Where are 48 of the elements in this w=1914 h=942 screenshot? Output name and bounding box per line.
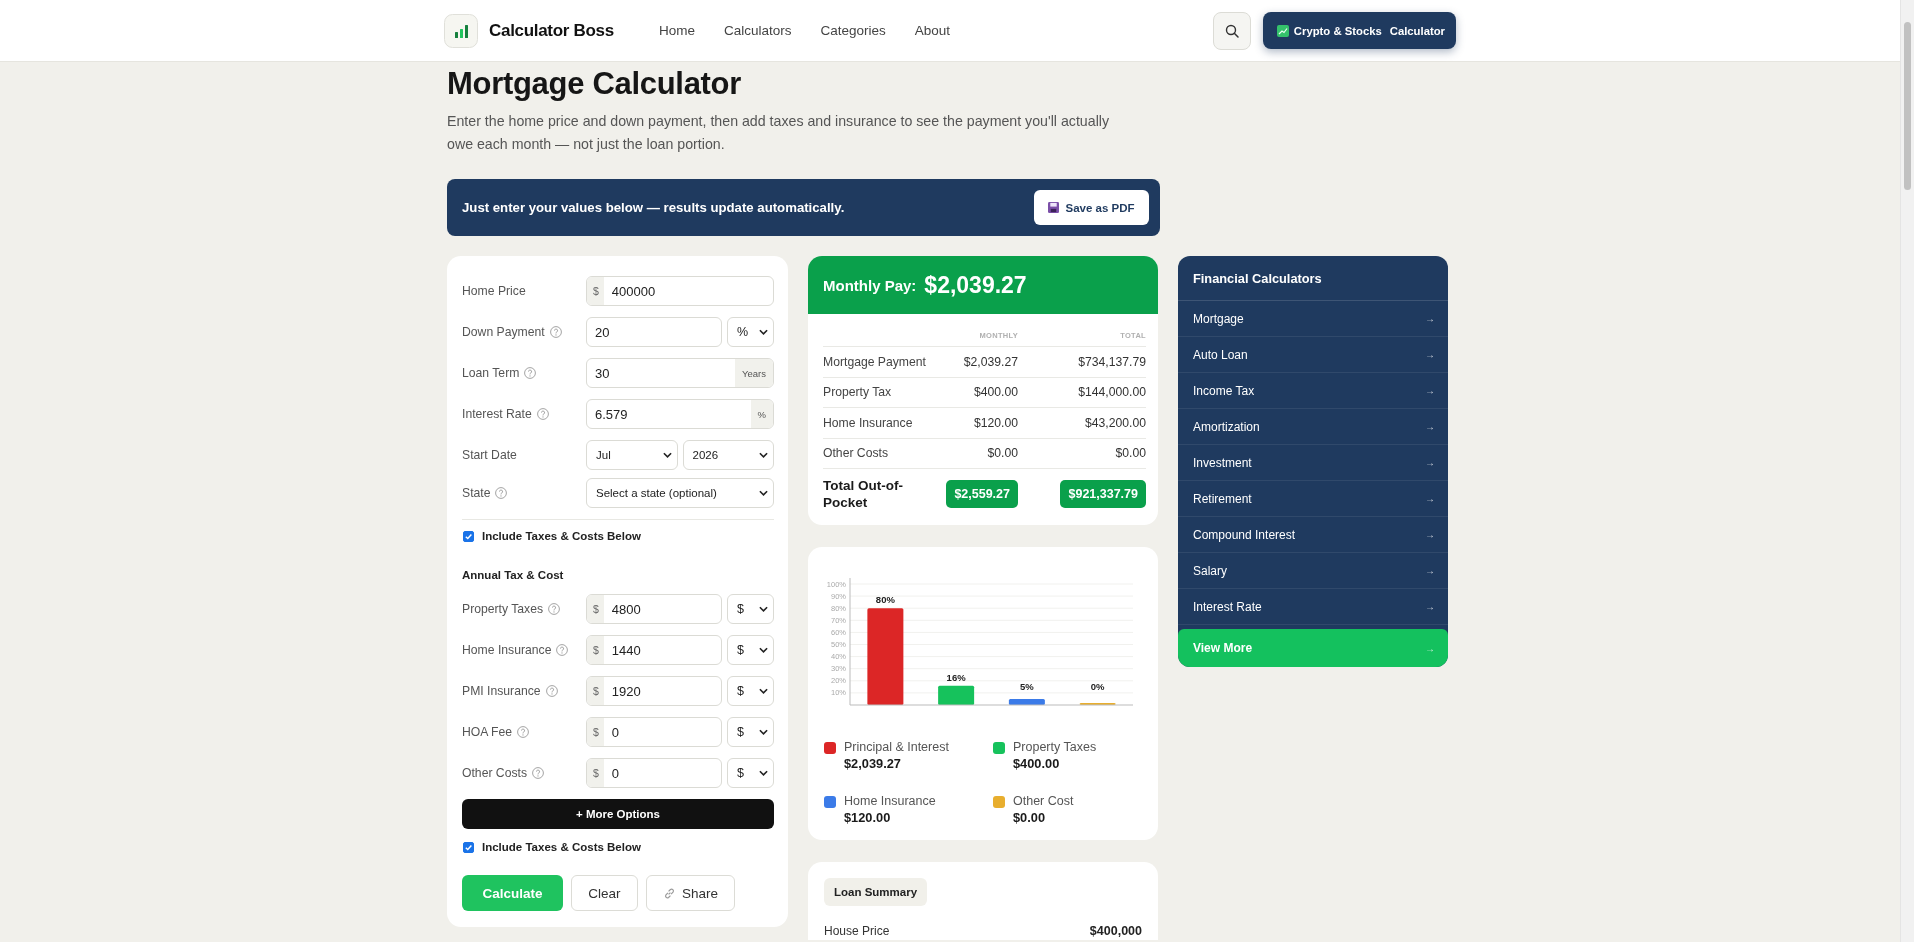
total-label: Total Out-of-Pocket — [823, 477, 904, 511]
page-title: Mortgage Calculator — [447, 65, 742, 103]
field-label: State — [462, 486, 491, 500]
field-label: HOA Fee — [462, 725, 513, 739]
total-badge: $921,337.79 — [1060, 480, 1146, 508]
table-cell-text: $0.00 — [986, 446, 1018, 461]
field-label: Interest Rate — [462, 407, 532, 421]
table-cell-text: $2,039.27 — [962, 354, 1018, 369]
page-description: Enter the home price and down payment, then add taxes and insurance to see the payment you'll actually owe each month — not just the loan portion. — [447, 112, 1111, 154]
table-cell-text: $120.00 — [972, 415, 1018, 430]
field-label: Home Price — [462, 284, 526, 298]
table-cell-text: $734,137.79 — [1077, 354, 1146, 369]
legend-value: $2,039.27 — [844, 756, 902, 772]
summary-value: $400,000 — [1089, 924, 1142, 938]
total-badge: $2,559.27 — [946, 480, 1018, 508]
bar-value-label: 80% — [875, 594, 895, 606]
bar-value-label: 16% — [946, 671, 966, 683]
loan-summary-tag: Loan Summary — [824, 878, 928, 906]
table-cell-text: $43,200.00 — [1084, 415, 1146, 430]
field-label: Down Payment — [462, 325, 545, 339]
summary-label: House Price — [824, 924, 890, 938]
table-cell-text: $144,000.00 — [1077, 385, 1146, 400]
legend-value: $400.00 — [1013, 756, 1061, 772]
legend-value: $0.00 — [1013, 810, 1047, 826]
legend-label: Other Cost — [1013, 794, 1074, 809]
field-label: Home Insurance — [462, 643, 552, 657]
field-label: Start Date — [462, 448, 517, 462]
table-cell-text: $0.00 — [1114, 446, 1146, 461]
legend-label: Home Insurance — [844, 794, 936, 809]
field-label: Loan Term — [462, 366, 520, 380]
table-cell-text: Other Costs — [823, 446, 890, 461]
section-title: Annual Tax & Cost — [462, 568, 565, 582]
table-cell-text: Home Insurance — [823, 415, 914, 430]
field-label: Property Taxes — [462, 602, 544, 616]
legend-label: Property Taxes — [1013, 740, 1097, 755]
legend-value: $120.00 — [844, 810, 892, 826]
sidebar-title: Financial Calculators — [1178, 256, 1448, 301]
field-label: PMI Insurance — [462, 684, 541, 698]
field-label: Other Costs — [462, 766, 528, 780]
table-cell-text: Property Tax — [823, 385, 893, 400]
table-cell-text: Mortgage Payment — [823, 354, 927, 369]
monthly-pay-value: $2,039.27 — [924, 271, 1027, 299]
bar-value-label: 5% — [1020, 681, 1034, 692]
monthly-pay-label: Monthly Pay: — [823, 276, 917, 294]
legend-label: Principal & Interest — [844, 740, 949, 755]
bar-value-label: 0% — [1090, 681, 1105, 692]
banner-text: Just enter your values below — results update automatically. — [462, 200, 845, 215]
table-cell-text: $400.00 — [972, 385, 1018, 400]
